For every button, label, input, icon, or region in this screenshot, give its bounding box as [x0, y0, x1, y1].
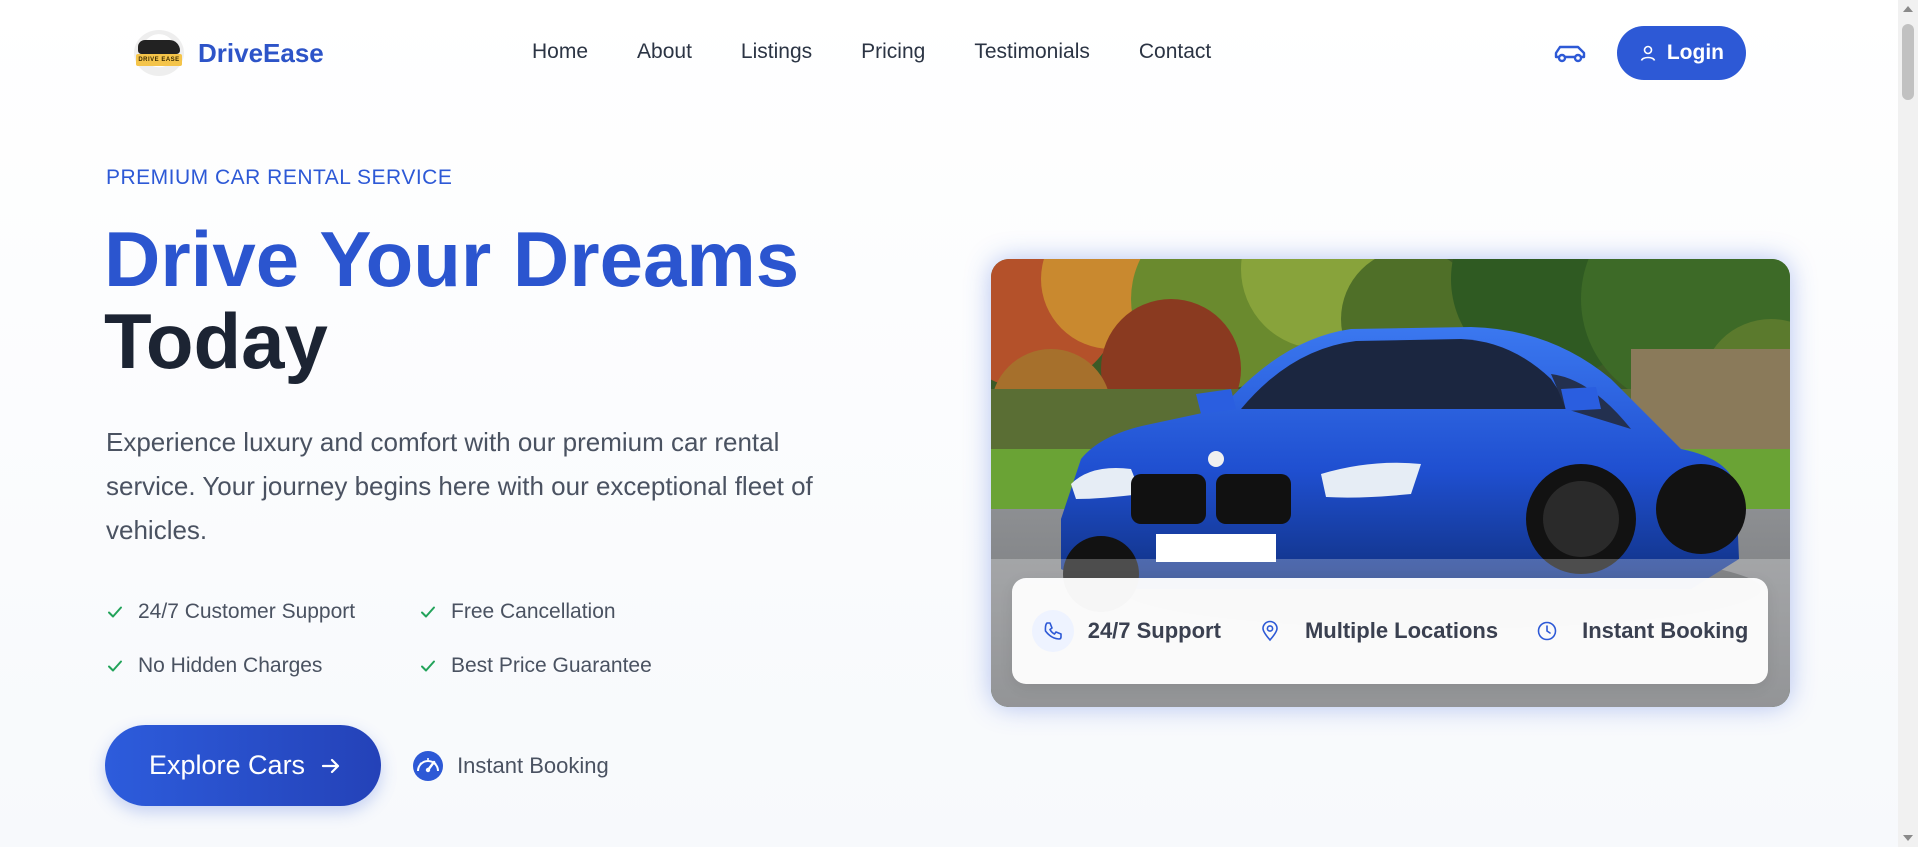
cta-row: Explore Cars Instant Booking	[105, 725, 609, 806]
explore-cars-label: Explore Cars	[149, 750, 306, 780]
navbar: DRIVE EASE DriveEase Home About Listings…	[0, 0, 1898, 108]
headline-line-1: Drive Your Dreams	[104, 215, 800, 303]
nav-link-about[interactable]: About	[637, 40, 692, 64]
hero-eyebrow: PREMIUM CAR RENTAL SERVICE	[106, 166, 453, 189]
nav-link-contact[interactable]: Contact	[1139, 40, 1211, 64]
clock-icon	[1537, 621, 1557, 641]
hero-lead: Experience luxury and comfort with our p…	[106, 427, 813, 545]
map-pin-icon	[1262, 620, 1278, 642]
feature-list: 24/7 Customer Support Free Cancellation …	[106, 596, 679, 682]
feature-item: Best Price Guarantee	[419, 650, 679, 682]
nav-link-home[interactable]: Home	[532, 40, 588, 64]
info-label: 24/7 Support	[1087, 618, 1221, 643]
phone-icon	[1044, 622, 1062, 640]
info-label: Instant Booking	[1582, 618, 1749, 643]
feature-label: Free Cancellation	[451, 600, 616, 623]
hero-info-strip: 24/7 Support Multiple Locations Instant …	[1012, 578, 1768, 684]
feature-label: No Hidden Charges	[138, 654, 323, 677]
arrow-right-icon	[321, 758, 340, 773]
car-icon[interactable]	[1553, 41, 1587, 65]
explore-cars-button[interactable]: Explore Cars	[105, 725, 382, 806]
info-label: Multiple Locations	[1304, 618, 1499, 643]
feature-item: No Hidden Charges	[106, 650, 419, 682]
nav-link-pricing[interactable]: Pricing	[861, 40, 925, 64]
nav-link-testimonials[interactable]: Testimonials	[974, 40, 1090, 64]
scroll-down-icon[interactable]	[1903, 835, 1913, 841]
check-icon	[421, 606, 435, 618]
brand-name: DriveEase	[198, 37, 324, 68]
logo-text: DRIVE EASE	[138, 57, 180, 63]
info-item-locations: Multiple Locations	[1249, 610, 1498, 652]
scroll-up-icon[interactable]	[1903, 6, 1913, 12]
info-item-support: 24/7 Support	[1031, 610, 1221, 652]
scrollbar-thumb[interactable]	[1902, 24, 1914, 100]
brand[interactable]: DRIVE EASE DriveEase	[134, 30, 324, 76]
main-nav: Home About Listings Pricing Testimonials…	[532, 40, 1211, 64]
feature-label: Best Price Guarantee	[451, 654, 652, 677]
hero-headline: Drive Your Dreams Today	[104, 218, 799, 382]
user-icon	[1640, 45, 1656, 61]
login-label: Login	[1666, 41, 1724, 64]
feature-item: Free Cancellation	[419, 596, 679, 628]
instant-booking-link[interactable]: Instant Booking	[411, 749, 609, 783]
feature-label: 24/7 Customer Support	[138, 600, 356, 623]
brand-logo-icon: DRIVE EASE	[134, 30, 184, 76]
speedometer-icon	[413, 750, 444, 781]
check-icon	[108, 606, 122, 618]
check-icon	[108, 660, 122, 672]
check-icon	[421, 660, 435, 672]
nav-actions: Login	[1553, 26, 1746, 80]
nav-link-listings[interactable]: Listings	[741, 40, 812, 64]
feature-item: 24/7 Customer Support	[106, 596, 419, 628]
info-item-booking: Instant Booking	[1526, 610, 1748, 652]
login-button[interactable]: Login	[1616, 26, 1746, 80]
headline-line-2: Today	[104, 297, 328, 385]
instant-booking-label: Instant Booking	[457, 752, 609, 778]
page-scrollbar[interactable]	[1898, 0, 1918, 847]
